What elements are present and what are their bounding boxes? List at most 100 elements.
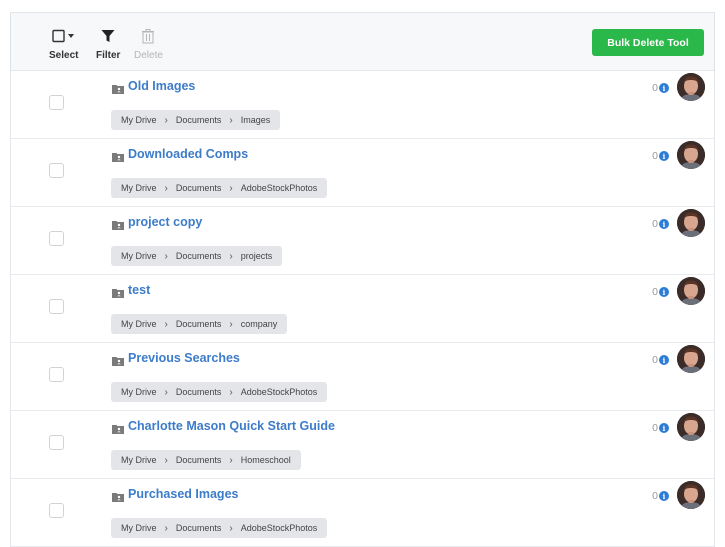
breadcrumb-item[interactable]: AdobeStockPhotos: [241, 183, 318, 193]
breadcrumb-chevron-icon: ›: [229, 522, 233, 534]
folder-title-wrap: Old Images: [112, 79, 195, 94]
shared-folder-icon: [112, 489, 124, 502]
folder-row: test My Drive › Documents › company 0 i: [11, 275, 714, 343]
info-icon[interactable]: i: [659, 287, 669, 297]
breadcrumb: My Drive › Documents › AdobeStockPhotos: [111, 518, 328, 538]
row-checkbox[interactable]: [49, 299, 64, 314]
file-count: 0: [652, 422, 658, 434]
row-checkbox[interactable]: [49, 231, 64, 246]
breadcrumb-item[interactable]: Documents: [176, 387, 222, 397]
folder-title-wrap: Downloaded Comps: [112, 147, 248, 162]
delete-label: Delete: [134, 50, 163, 61]
breadcrumb-chevron-icon: ›: [229, 318, 233, 330]
shared-folder-icon: [112, 217, 124, 230]
folder-title-link[interactable]: Previous Searches: [128, 351, 240, 365]
breadcrumb-chevron-icon: ›: [164, 454, 168, 466]
breadcrumb: My Drive › Documents › Homeschool: [111, 450, 301, 470]
user-avatar[interactable]: [677, 209, 705, 237]
file-count: 0: [652, 150, 658, 162]
folder-title-wrap: project copy: [112, 215, 202, 230]
file-count: 0: [652, 354, 658, 366]
info-icon[interactable]: i: [659, 219, 669, 229]
folder-title-link[interactable]: Old Images: [128, 79, 195, 93]
user-avatar[interactable]: [677, 413, 705, 441]
info-icon[interactable]: i: [659, 491, 669, 501]
user-avatar[interactable]: [677, 141, 705, 169]
folder-row: Downloaded Comps My Drive › Documents › Adob…: [11, 139, 714, 207]
file-count: 0: [652, 218, 658, 230]
folder-title-link[interactable]: project copy: [128, 215, 202, 229]
breadcrumb-item[interactable]: Homeschool: [241, 455, 291, 465]
breadcrumb-item[interactable]: Documents: [176, 183, 222, 193]
shared-folder-icon: [112, 81, 124, 94]
breadcrumb-chevron-icon: ›: [164, 250, 168, 262]
user-avatar[interactable]: [677, 277, 705, 305]
user-avatar[interactable]: [677, 73, 705, 101]
file-count: 0: [652, 286, 658, 298]
breadcrumb-chevron-icon: ›: [229, 454, 233, 466]
checkbox-dropdown-icon: [52, 27, 76, 45]
file-count: 0: [652, 82, 658, 94]
breadcrumb-chevron-icon: ›: [164, 182, 168, 194]
user-avatar[interactable]: [677, 481, 705, 509]
row-checkbox[interactable]: [49, 95, 64, 110]
folder-row: Previous Searches My Drive › Documents › Ado…: [11, 343, 714, 411]
info-icon[interactable]: i: [659, 423, 669, 433]
breadcrumb-item[interactable]: My Drive: [121, 183, 157, 193]
breadcrumb-chevron-icon: ›: [164, 522, 168, 534]
folder-title-wrap: Purchased Images: [112, 487, 238, 502]
row-checkbox[interactable]: [49, 367, 64, 382]
folder-title-link[interactable]: Charlotte Mason Quick Start Guide: [128, 419, 335, 433]
folder-title-wrap: test: [112, 283, 150, 298]
toolbar: Select Filter Delete Bulk Delete Tool: [11, 13, 714, 71]
breadcrumb-chevron-icon: ›: [229, 114, 233, 126]
breadcrumb-item[interactable]: My Drive: [121, 115, 157, 125]
user-avatar[interactable]: [677, 345, 705, 373]
breadcrumb-item[interactable]: Images: [241, 115, 271, 125]
folder-title-link[interactable]: test: [128, 283, 150, 297]
folder-title-wrap: Charlotte Mason Quick Start Guide: [112, 419, 335, 434]
breadcrumb-item[interactable]: company: [241, 319, 278, 329]
breadcrumb-item[interactable]: My Drive: [121, 319, 157, 329]
breadcrumb-item[interactable]: Documents: [176, 319, 222, 329]
folder-row: Charlotte Mason Quick Start Guide My Dri…: [11, 411, 714, 479]
breadcrumb-item[interactable]: My Drive: [121, 455, 157, 465]
row-checkbox[interactable]: [49, 435, 64, 450]
breadcrumb: My Drive › Documents › AdobeStockPhotos: [111, 178, 328, 198]
info-icon[interactable]: i: [659, 355, 669, 365]
breadcrumb-item[interactable]: Documents: [176, 455, 222, 465]
breadcrumb-item[interactable]: projects: [241, 251, 273, 261]
folder-title-link[interactable]: Downloaded Comps: [128, 147, 248, 161]
breadcrumb: My Drive › Documents › Images: [111, 110, 281, 130]
file-list-panel: Select Filter Delete Bulk Delete Tool Ol…: [10, 12, 715, 547]
breadcrumb-item[interactable]: AdobeStockPhotos: [241, 523, 318, 533]
breadcrumb-item[interactable]: Documents: [176, 251, 222, 261]
breadcrumb-item[interactable]: My Drive: [121, 523, 157, 533]
breadcrumb-chevron-icon: ›: [164, 386, 168, 398]
select-button[interactable]: Select: [49, 27, 78, 61]
breadcrumb: My Drive › Documents › company: [111, 314, 288, 334]
breadcrumb: My Drive › Documents › projects: [111, 246, 283, 266]
select-label: Select: [49, 50, 79, 61]
folder-title-link[interactable]: Purchased Images: [128, 487, 238, 501]
breadcrumb-item[interactable]: My Drive: [121, 387, 157, 397]
shared-folder-icon: [112, 149, 124, 162]
breadcrumb-item[interactable]: AdobeStockPhotos: [241, 387, 318, 397]
breadcrumb-item[interactable]: Documents: [176, 115, 222, 125]
breadcrumb-item[interactable]: My Drive: [121, 251, 157, 261]
breadcrumb-chevron-icon: ›: [229, 182, 233, 194]
folder-row: Purchased Images My Drive › Documents › Adob…: [11, 479, 714, 547]
row-checkbox[interactable]: [49, 503, 64, 518]
breadcrumb-item[interactable]: Documents: [176, 523, 222, 533]
shared-folder-icon: [112, 285, 124, 298]
row-checkbox[interactable]: [49, 163, 64, 178]
folder-row: project copy My Drive › Documents › projects…: [11, 207, 714, 275]
filter-button[interactable]: Filter: [96, 27, 120, 61]
funnel-icon: [101, 27, 115, 45]
info-icon[interactable]: i: [659, 151, 669, 161]
info-icon[interactable]: i: [659, 83, 669, 93]
bulk-delete-tool-button[interactable]: Bulk Delete Tool: [592, 29, 704, 56]
filter-label: Filter: [96, 50, 121, 61]
delete-button[interactable]: Delete: [134, 27, 163, 61]
folder-list: Old Images My Drive › Documents › Images 0 i: [11, 71, 714, 547]
